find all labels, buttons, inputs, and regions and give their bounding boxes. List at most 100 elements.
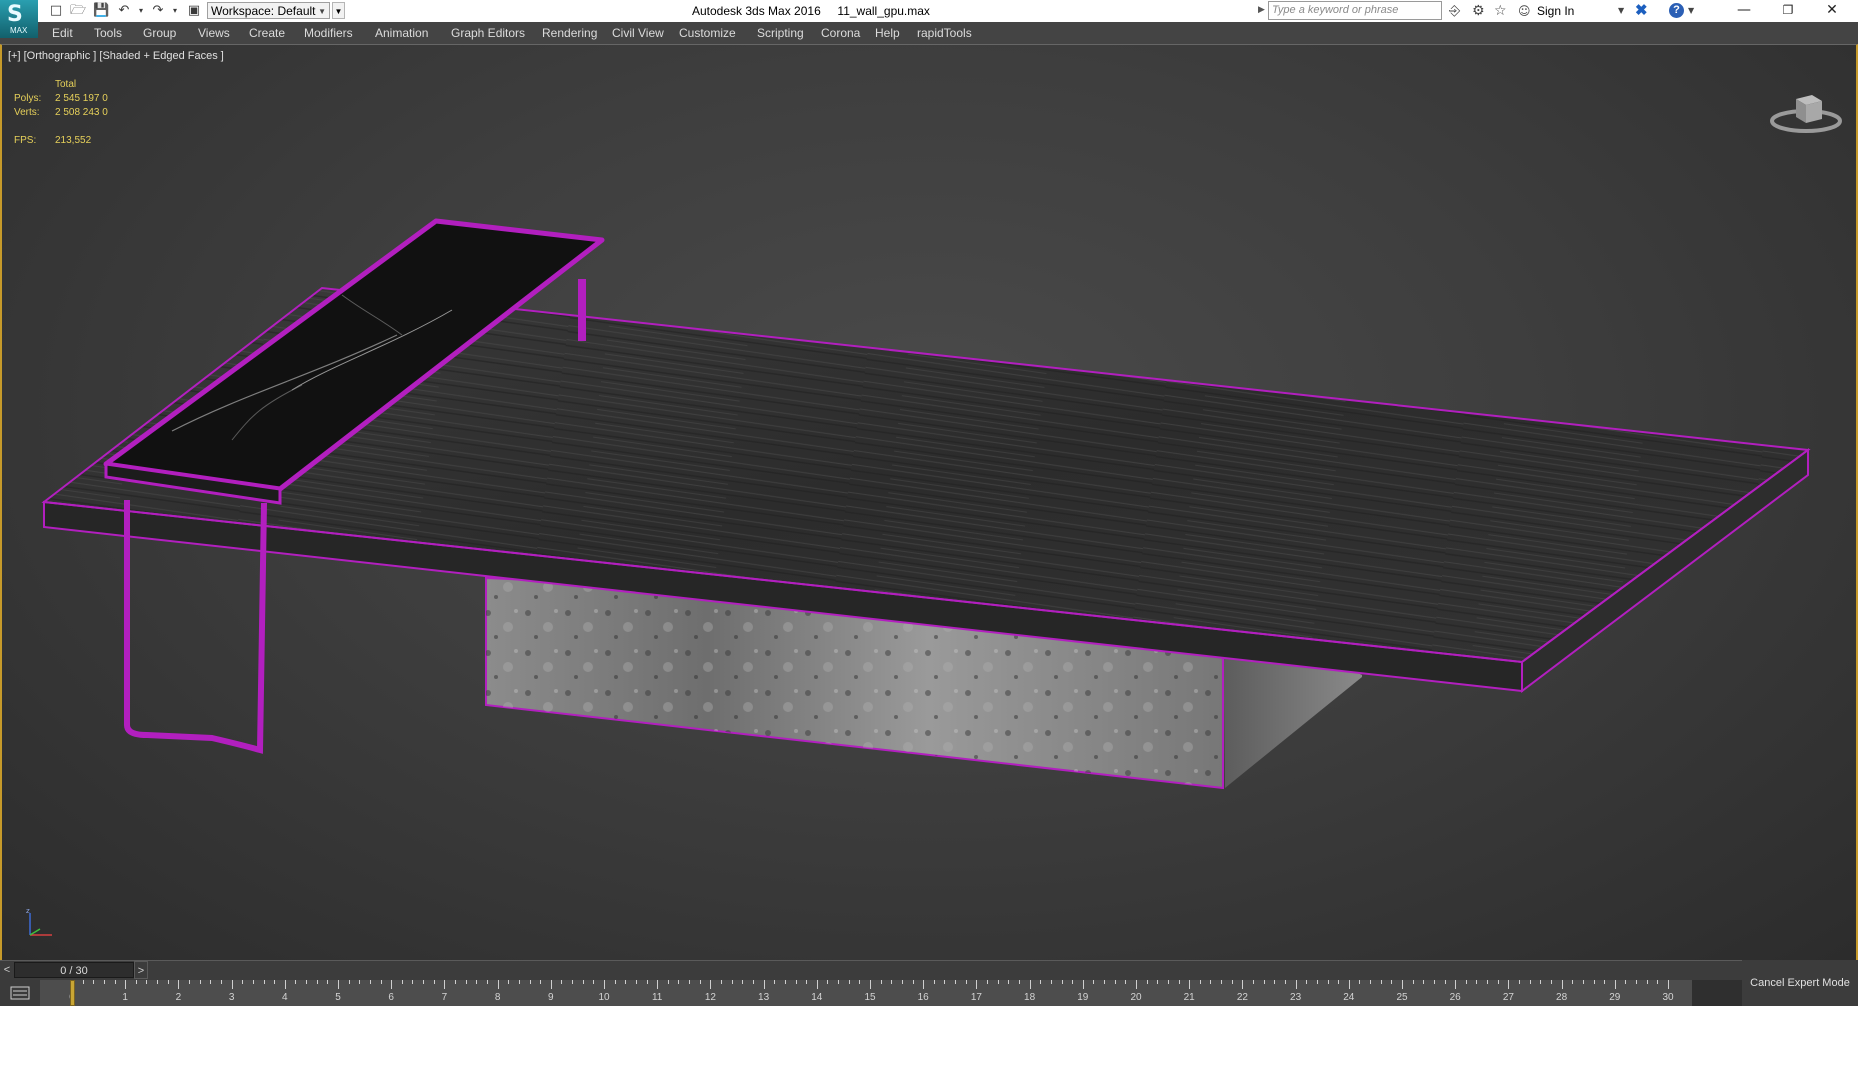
frame-subtick <box>93 980 95 984</box>
binoculars-icon[interactable]: ⎆ <box>1449 3 1460 19</box>
search-input[interactable]: Type a keyword or phrase <box>1268 1 1442 20</box>
frame-subtick <box>1253 980 1255 984</box>
menu-rendering[interactable]: Rendering <box>542 26 597 40</box>
trackbar[interactable]: 0123456789101112131415161718192021222324… <box>0 980 1858 1006</box>
undo-icon[interactable]: ↶ <box>116 3 132 19</box>
frame-tick <box>1189 980 1191 989</box>
project-folder-icon[interactable]: ▣ <box>186 3 202 19</box>
menu-corona[interactable]: Corona <box>821 26 860 40</box>
frame-subtick <box>518 980 520 984</box>
quick-access-customize-button[interactable]: ▼ <box>332 2 345 19</box>
star-icon[interactable]: ☆ <box>1494 3 1507 19</box>
minimize-icon[interactable]: — <box>1722 0 1766 22</box>
menu-animation[interactable]: Animation <box>375 26 428 40</box>
frame-tick <box>550 980 552 989</box>
sign-in-button[interactable]: Sign In <box>1537 4 1574 18</box>
frame-tick <box>1402 980 1403 989</box>
save-file-icon[interactable]: 💾 <box>93 3 109 19</box>
frame-subtick <box>401 980 403 984</box>
frame-tick <box>1348 980 1350 989</box>
menu-rapidtools[interactable]: rapidTools <box>917 26 972 40</box>
time-slider[interactable]: < 0 / 30 > <box>0 960 1858 981</box>
frame-label: 16 <box>917 992 929 1003</box>
time-slider-thumb[interactable]: 0 / 30 <box>14 962 134 978</box>
app-menu-button[interactable]: S MAX <box>0 0 38 38</box>
frame-subtick <box>1050 980 1052 984</box>
frame-tick <box>1136 980 1137 989</box>
frame-subtick <box>944 980 946 984</box>
menu-graph-editors[interactable]: Graph Editors <box>451 26 525 40</box>
frame-label: 18 <box>1024 992 1036 1003</box>
frame-label: 25 <box>1396 992 1408 1003</box>
frame-subtick <box>1625 980 1627 984</box>
axis-tripod-icon: z <box>26 907 52 936</box>
menu-edit[interactable]: Edit <box>52 26 73 40</box>
frame-subtick <box>508 980 510 984</box>
help-icon[interactable]: ? <box>1669 3 1684 18</box>
frame-subtick <box>1519 980 1521 984</box>
frame-tick <box>497 980 499 989</box>
viewcube-icon[interactable] <box>1766 79 1846 139</box>
curve-editor-icon[interactable] <box>0 980 41 1006</box>
frame-subtick <box>774 980 776 984</box>
frame-subtick <box>635 980 637 984</box>
playhead[interactable] <box>70 980 75 1006</box>
frame-subtick <box>1380 980 1382 984</box>
frame-subtick <box>1444 980 1446 984</box>
perspective-viewport[interactable]: [+] [Orthographic ] [Shaded + Edged Face… <box>0 44 1858 960</box>
menu-create[interactable]: Create <box>249 26 285 40</box>
frame-subtick <box>838 980 840 984</box>
frame-tick <box>1614 980 1616 989</box>
frame-label: 27 <box>1502 992 1514 1003</box>
frame-label: 3 <box>228 992 235 1003</box>
close-icon[interactable]: ✕ <box>1810 0 1854 22</box>
search-expand-icon[interactable]: ▶ <box>1258 4 1265 15</box>
frame-ruler[interactable]: 0123456789101112131415161718192021222324… <box>40 980 1692 1006</box>
menu-tools[interactable]: Tools <box>94 26 122 40</box>
frame-subtick <box>1582 980 1584 984</box>
redo-dropdown-icon[interactable]: ▾ <box>167 3 183 19</box>
frame-subtick <box>1636 980 1638 984</box>
menu-group[interactable]: Group <box>143 26 176 40</box>
menu-scripting[interactable]: Scripting <box>757 26 804 40</box>
frame-subtick <box>1433 980 1435 984</box>
viewport-label[interactable]: [+] [Orthographic ] [Shaded + Edged Face… <box>8 50 224 62</box>
frame-tick <box>1508 980 1510 989</box>
frame-subtick <box>423 980 425 984</box>
new-file-icon[interactable]: □ <box>48 3 64 19</box>
menu-customize[interactable]: Customize <box>679 26 736 40</box>
verts-value: 2 508 243 0 <box>55 107 108 118</box>
frame-subtick <box>1199 980 1201 984</box>
frame-subtick <box>1657 980 1659 984</box>
frame-subtick <box>689 980 691 984</box>
help-dropdown-icon[interactable]: ▼ <box>1688 3 1694 19</box>
subscription-icon[interactable]: ⚙ <box>1472 3 1485 19</box>
undo-dropdown-icon[interactable]: ▾ <box>133 3 149 19</box>
open-file-icon[interactable]: 🗁 <box>70 3 86 19</box>
frame-label: 15 <box>864 992 876 1003</box>
time-slider-prev-button[interactable]: < <box>0 961 14 979</box>
time-slider-next-button[interactable]: > <box>134 961 148 979</box>
cancel-expert-mode-button[interactable]: Cancel Expert Mode <box>1742 960 1858 1006</box>
exchange-apps-icon[interactable]: ✖ <box>1635 3 1651 18</box>
frame-subtick <box>1284 980 1286 984</box>
workspace-select-value: Workspace: Default <box>211 4 316 18</box>
sign-in-dropdown-icon[interactable]: ▼ <box>1618 3 1624 19</box>
redo-icon[interactable]: ↷ <box>150 3 166 19</box>
frame-label: 26 <box>1449 992 1461 1003</box>
frame-tick <box>657 980 659 989</box>
frame-subtick <box>1104 980 1106 984</box>
frame-subtick <box>678 980 680 984</box>
frame-subtick <box>529 980 531 984</box>
frame-tick <box>710 980 712 989</box>
menu-modifiers[interactable]: Modifiers <box>304 26 353 40</box>
frame-subtick <box>1423 980 1425 984</box>
menu-views[interactable]: Views <box>198 26 230 40</box>
menu-civil-view[interactable]: Civil View <box>612 26 664 40</box>
frame-subtick <box>242 980 244 984</box>
restore-icon[interactable]: ❐ <box>1766 0 1810 22</box>
menu-help[interactable]: Help <box>875 26 900 40</box>
workspace-select[interactable]: Workspace: Default ▼ <box>207 2 330 19</box>
frame-subtick <box>1316 980 1318 984</box>
frame-label: 7 <box>441 992 448 1003</box>
